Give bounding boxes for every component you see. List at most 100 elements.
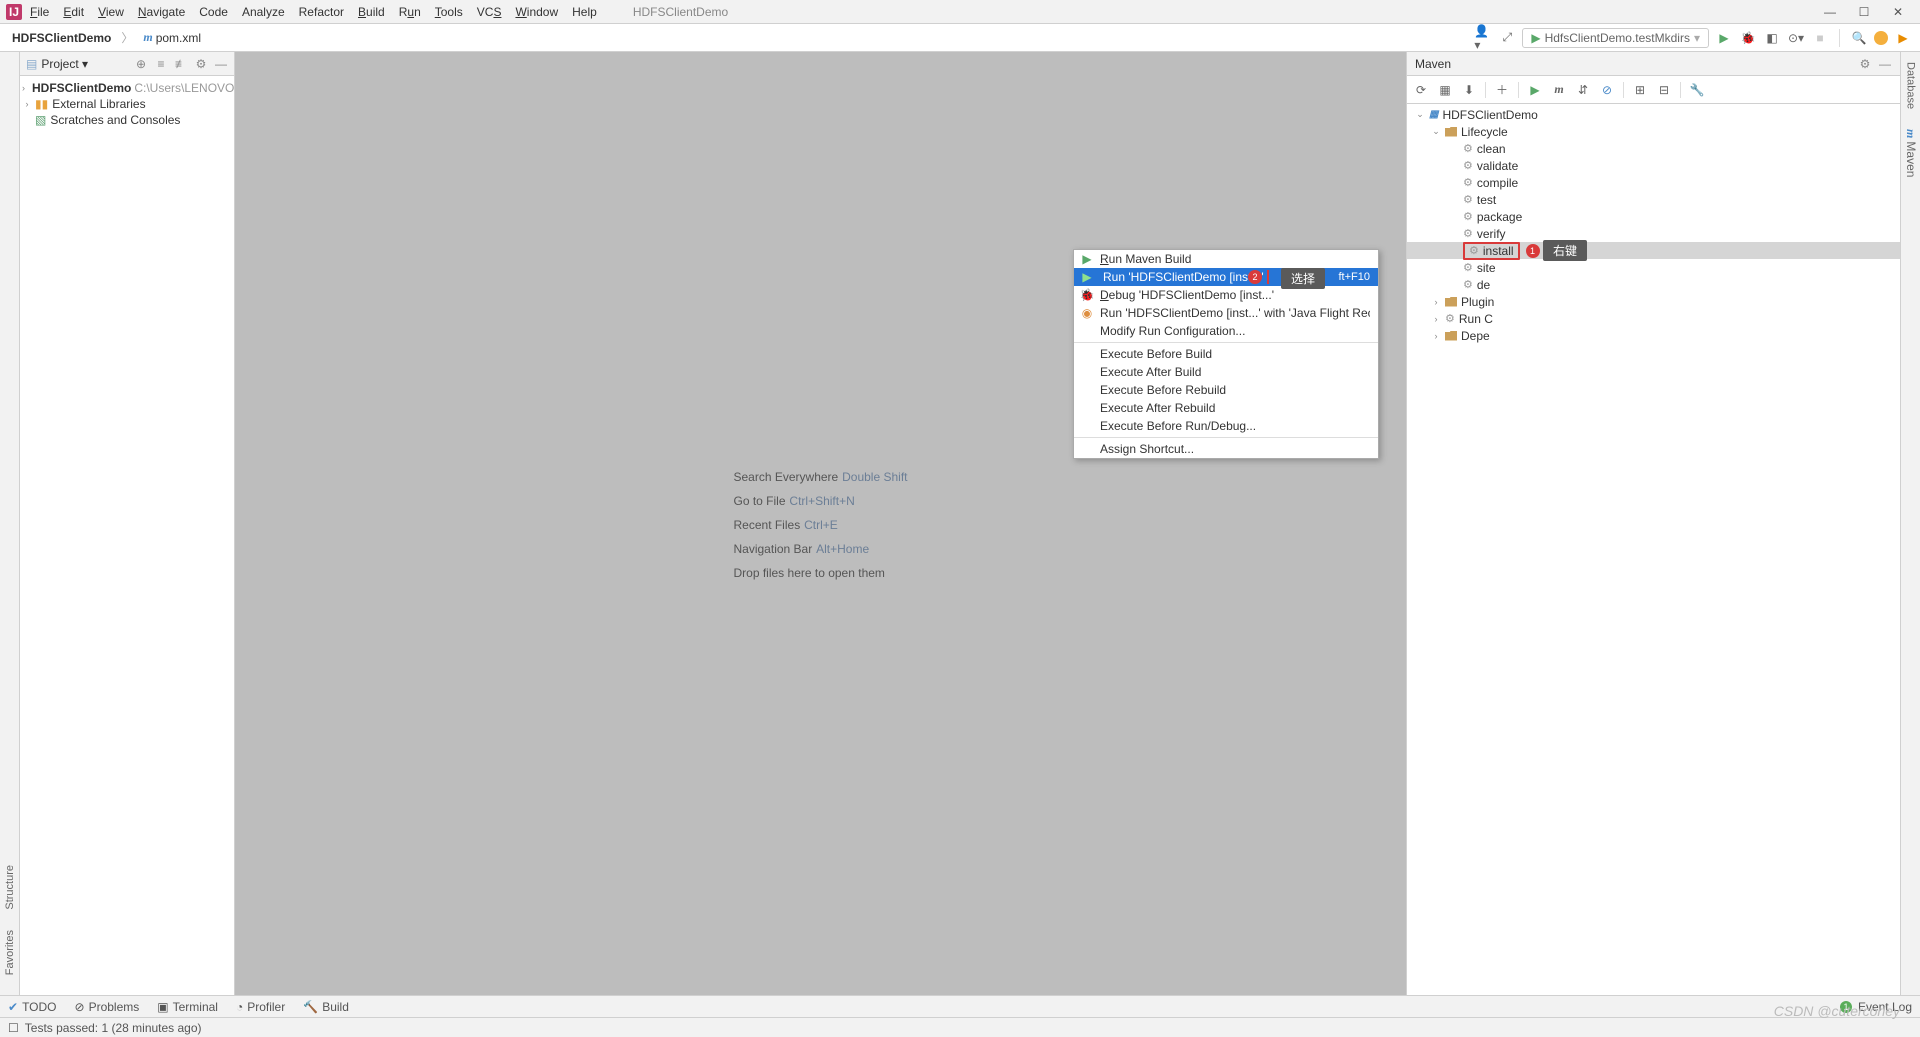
coverage-button[interactable]: ◧ (1763, 29, 1781, 47)
tree-root[interactable]: › HDFSClientDemo C:\Users\LENOVO (22, 80, 232, 96)
expand-all-icon[interactable]: ≡ (154, 57, 168, 71)
add-config-icon[interactable]: 👤▾ (1474, 29, 1492, 47)
gutter-structure[interactable]: Structure (4, 865, 16, 910)
show-deps-icon[interactable]: ⊞ (1632, 82, 1648, 98)
goal-label: de (1477, 278, 1490, 292)
cm-modify-config[interactable]: Modify Run Configuration... (1074, 322, 1378, 340)
menu-code[interactable]: Code (193, 3, 234, 21)
reload-icon[interactable]: ⟳ (1413, 82, 1429, 98)
menu-view[interactable]: ViewView (92, 3, 130, 21)
maven-deps[interactable]: ›Depe (1407, 327, 1900, 344)
cm-exec-before-run[interactable]: Execute Before Run/Debug... (1074, 417, 1378, 435)
tree-scratches[interactable]: ▧ Scratches and Consoles (22, 112, 232, 128)
tab-problems[interactable]: ⊘Problems (75, 1000, 140, 1014)
stop-button[interactable]: ■ (1811, 29, 1829, 47)
toggle-skip-tests-icon[interactable]: ⊘ (1599, 82, 1615, 98)
goal-site[interactable]: ⚙site (1407, 259, 1900, 276)
select-opened-file-icon[interactable]: ⊕ (134, 57, 148, 71)
goal-install[interactable]: ⚙install 1 右键 (1407, 242, 1900, 259)
run-goal-icon[interactable]: ▶ (1527, 82, 1543, 98)
maven-toolbar: ⟳ ▦ ⬇ ＋ ▶ m ⇵ ⊘ ⊞ ⊟ 🔧 (1407, 76, 1900, 104)
cm-debug-install[interactable]: 🐞 Debug 'HDFSClientDemo [inst...'Debug '… (1074, 286, 1378, 304)
collapse-all-icon[interactable]: ≢ (174, 57, 188, 71)
gear-icon: ⚙ (1463, 278, 1473, 291)
menu-navigate[interactable]: NavigateNavigate (132, 3, 191, 21)
cm-exec-before-rebuild[interactable]: Execute Before Rebuild (1074, 381, 1378, 399)
build-icon[interactable]: ⤢ (1498, 29, 1516, 47)
maven-lifecycle[interactable]: ⌄ Lifecycle (1407, 123, 1900, 140)
tree-arrow-icon[interactable]: › (1431, 314, 1441, 324)
cm-exec-after-rebuild[interactable]: Execute After Rebuild (1074, 399, 1378, 417)
search-button[interactable]: 🔍 (1850, 29, 1868, 47)
tree-arrow-icon[interactable]: › (1431, 331, 1441, 341)
menu-window[interactable]: WindowWindow (509, 3, 564, 21)
tab-profiler[interactable]: ◔Profiler (236, 1000, 285, 1014)
goal-compile[interactable]: ⚙compile (1407, 174, 1900, 191)
tree-arrow-icon[interactable]: ⌄ (1431, 126, 1441, 137)
tree-arrow-icon[interactable]: › (22, 83, 25, 93)
goal-validate[interactable]: ⚙validate (1407, 157, 1900, 174)
ide-update-icon[interactable] (1874, 31, 1888, 45)
tab-build[interactable]: 🔨Build (303, 1000, 349, 1014)
download-icon[interactable]: ⬇ (1461, 82, 1477, 98)
toggle-offline-icon[interactable]: ⇵ (1575, 82, 1591, 98)
menu-build[interactable]: BuildBuild (352, 3, 391, 21)
tree-external-libs[interactable]: › ▮▮ External Libraries (22, 96, 232, 112)
cm-run-jfr[interactable]: ◉ Run 'HDFSClientDemo [inst...' with 'Ja… (1074, 304, 1378, 322)
debug-button[interactable]: 🐞 (1739, 29, 1757, 47)
menu-refactor[interactable]: Refactor (293, 3, 350, 21)
generate-sources-icon[interactable]: ▦ (1437, 82, 1453, 98)
gutter-maven[interactable]: m Maven (1903, 129, 1918, 177)
run-config-select[interactable]: ▶ HdfsClientDemo.testMkdirs ▾ (1522, 28, 1709, 48)
maven-settings-icon[interactable]: ⚙ (1858, 57, 1872, 71)
collapse-icon[interactable]: ⊟ (1656, 82, 1672, 98)
minimize-button[interactable]: — (1822, 4, 1838, 20)
gutter-database[interactable]: Database (1905, 62, 1917, 109)
cm-assign-shortcut[interactable]: Assign Shortcut... (1074, 440, 1378, 458)
menu-vcs[interactable]: VCSVCS (471, 3, 508, 21)
gear-icon: ⚙ (1463, 210, 1473, 223)
cm-exec-after-build[interactable]: Execute After Build (1074, 363, 1378, 381)
breadcrumb-file[interactable]: mpom.xml (139, 28, 205, 47)
editor-area[interactable]: Search Everywhere Double Shift Go to Fil… (235, 52, 1406, 995)
hide-panel-icon[interactable]: — (214, 57, 228, 71)
project-panel-title[interactable]: Project ▾ (41, 57, 88, 71)
goal-clean[interactable]: ⚙clean (1407, 140, 1900, 157)
execute-goal-icon[interactable]: m (1551, 82, 1567, 98)
menu-run[interactable]: RunRun (393, 3, 427, 21)
profile-button[interactable]: ⊙▾ (1787, 29, 1805, 47)
tab-todo[interactable]: ✔TODO (8, 1000, 57, 1014)
tree-arrow-icon[interactable]: › (22, 99, 32, 109)
maven-project-root[interactable]: ⌄ ▦ HDFSClientDemo (1407, 106, 1900, 123)
cm-exec-before-build[interactable]: Execute Before Build (1074, 345, 1378, 363)
tree-arrow-icon[interactable]: › (1431, 297, 1441, 307)
menu-help[interactable]: Help (566, 3, 603, 21)
menu-file[interactable]: FFileile (24, 3, 55, 21)
project-panel-header: ▤ Project ▾ ⊕ ≡ ≢ ⚙ — (20, 52, 234, 76)
goal-deploy[interactable]: ⚙ de (1407, 276, 1900, 293)
run-button[interactable]: ▶ (1715, 29, 1733, 47)
tab-terminal[interactable]: ▣Terminal (157, 1000, 218, 1014)
tree-arrow-icon[interactable]: ⌄ (1415, 109, 1425, 120)
close-button[interactable]: ✕ (1890, 4, 1906, 20)
add-project-icon[interactable]: ＋ (1494, 82, 1510, 98)
goal-package[interactable]: ⚙package (1407, 208, 1900, 225)
hide-maven-panel-icon[interactable]: — (1878, 57, 1892, 71)
menu-tools[interactable]: ToolsTools (429, 3, 469, 21)
cm-run-install[interactable]: ▶ Run 'HDFSClientDemo [inst...' 2 选择 ft+… (1074, 268, 1378, 286)
maximize-button[interactable]: ☐ (1856, 4, 1872, 20)
menu-edit[interactable]: EditEdit (57, 3, 90, 21)
gutter-favorites[interactable]: Favorites (4, 930, 16, 975)
menu-bar: IJ FFileile EditEdit ViewView NavigateNa… (6, 3, 603, 21)
cm-run-maven-build[interactable]: ▶ Run Maven BuildRun Maven Build (1074, 250, 1378, 268)
breadcrumb-root[interactable]: HDFSClientDemo (8, 29, 115, 47)
maven-plugins[interactable]: ›Plugin (1407, 293, 1900, 310)
goal-verify[interactable]: ⚙verify (1407, 225, 1900, 242)
status-icon[interactable]: ☐ (8, 1021, 19, 1035)
menu-analyze[interactable]: Analyze (236, 3, 291, 21)
goal-test[interactable]: ⚙test (1407, 191, 1900, 208)
settings-icon[interactable]: ⚙ (194, 57, 208, 71)
maven-run-configs[interactable]: ›⚙Run C (1407, 310, 1900, 327)
maven-settings-button[interactable]: 🔧 (1689, 82, 1705, 98)
actions-button[interactable]: ▶ (1894, 29, 1912, 47)
